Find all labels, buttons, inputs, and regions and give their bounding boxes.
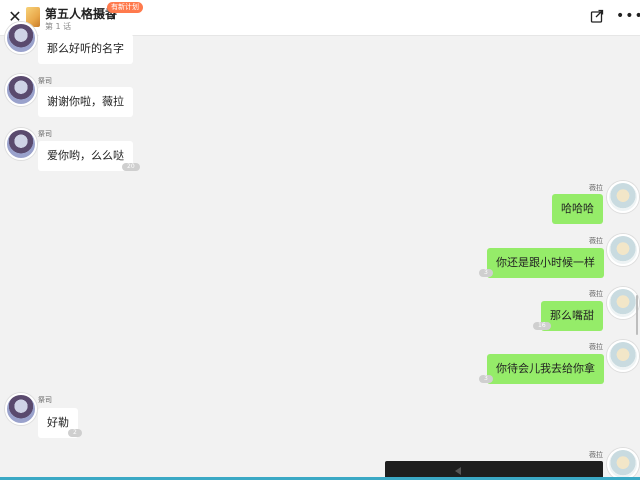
sender-name: 祭司 xyxy=(38,130,52,138)
avatar-weila[interactable] xyxy=(607,234,639,266)
sender-name: 薇拉 xyxy=(589,184,603,192)
play-icon[interactable] xyxy=(455,467,461,475)
sender-name: 祭司 xyxy=(38,77,52,85)
message-bubble[interactable]: 谢谢你啦，薇拉 xyxy=(38,87,133,117)
avatar-caisi[interactable] xyxy=(5,22,37,54)
avatar-caisi[interactable] xyxy=(5,393,37,425)
avatar-caisi[interactable] xyxy=(5,74,37,106)
comment-count-badge[interactable]: 2 xyxy=(68,429,82,437)
episode-label: 第 1 话 xyxy=(45,22,72,31)
avatar-weila[interactable] xyxy=(607,287,639,319)
comment-count-badge[interactable]: 3 xyxy=(479,375,493,383)
comment-count-badge[interactable]: 16 xyxy=(533,322,551,330)
chevron-right-icon[interactable]: › xyxy=(110,9,116,25)
avatar-weila[interactable] xyxy=(607,448,639,480)
sender-name: 薇拉 xyxy=(589,290,603,298)
avatar-caisi[interactable] xyxy=(5,128,37,160)
sender-name: 薇拉 xyxy=(589,237,603,245)
message-bubble[interactable]: 哈哈哈 xyxy=(552,194,603,224)
message-bubble[interactable]: 你还是跟小时候一样 xyxy=(487,248,604,278)
sender-name: 薇拉 xyxy=(589,343,603,351)
share-icon[interactable] xyxy=(590,9,604,23)
message-bubble[interactable]: 你待会儿我去给你拿 xyxy=(487,354,604,384)
avatar-weila[interactable] xyxy=(607,340,639,372)
sender-name: 薇拉 xyxy=(589,451,603,459)
avatar-weila[interactable] xyxy=(607,181,639,213)
scrollbar-thumb[interactable] xyxy=(636,295,638,335)
message-bubble[interactable]: 那么好听的名字 xyxy=(38,34,133,64)
sender-name: 祭司 xyxy=(38,396,52,404)
comment-count-badge[interactable]: 3 xyxy=(479,269,493,277)
comment-count-badge[interactable]: 20 xyxy=(122,163,140,171)
more-icon[interactable]: ••• xyxy=(616,8,640,24)
top-bar: ✕ 第五人格摄香 第 1 话 有新计划 › ••• xyxy=(0,0,640,36)
message-bubble[interactable]: 爱你哟，么么哒 xyxy=(38,141,133,171)
